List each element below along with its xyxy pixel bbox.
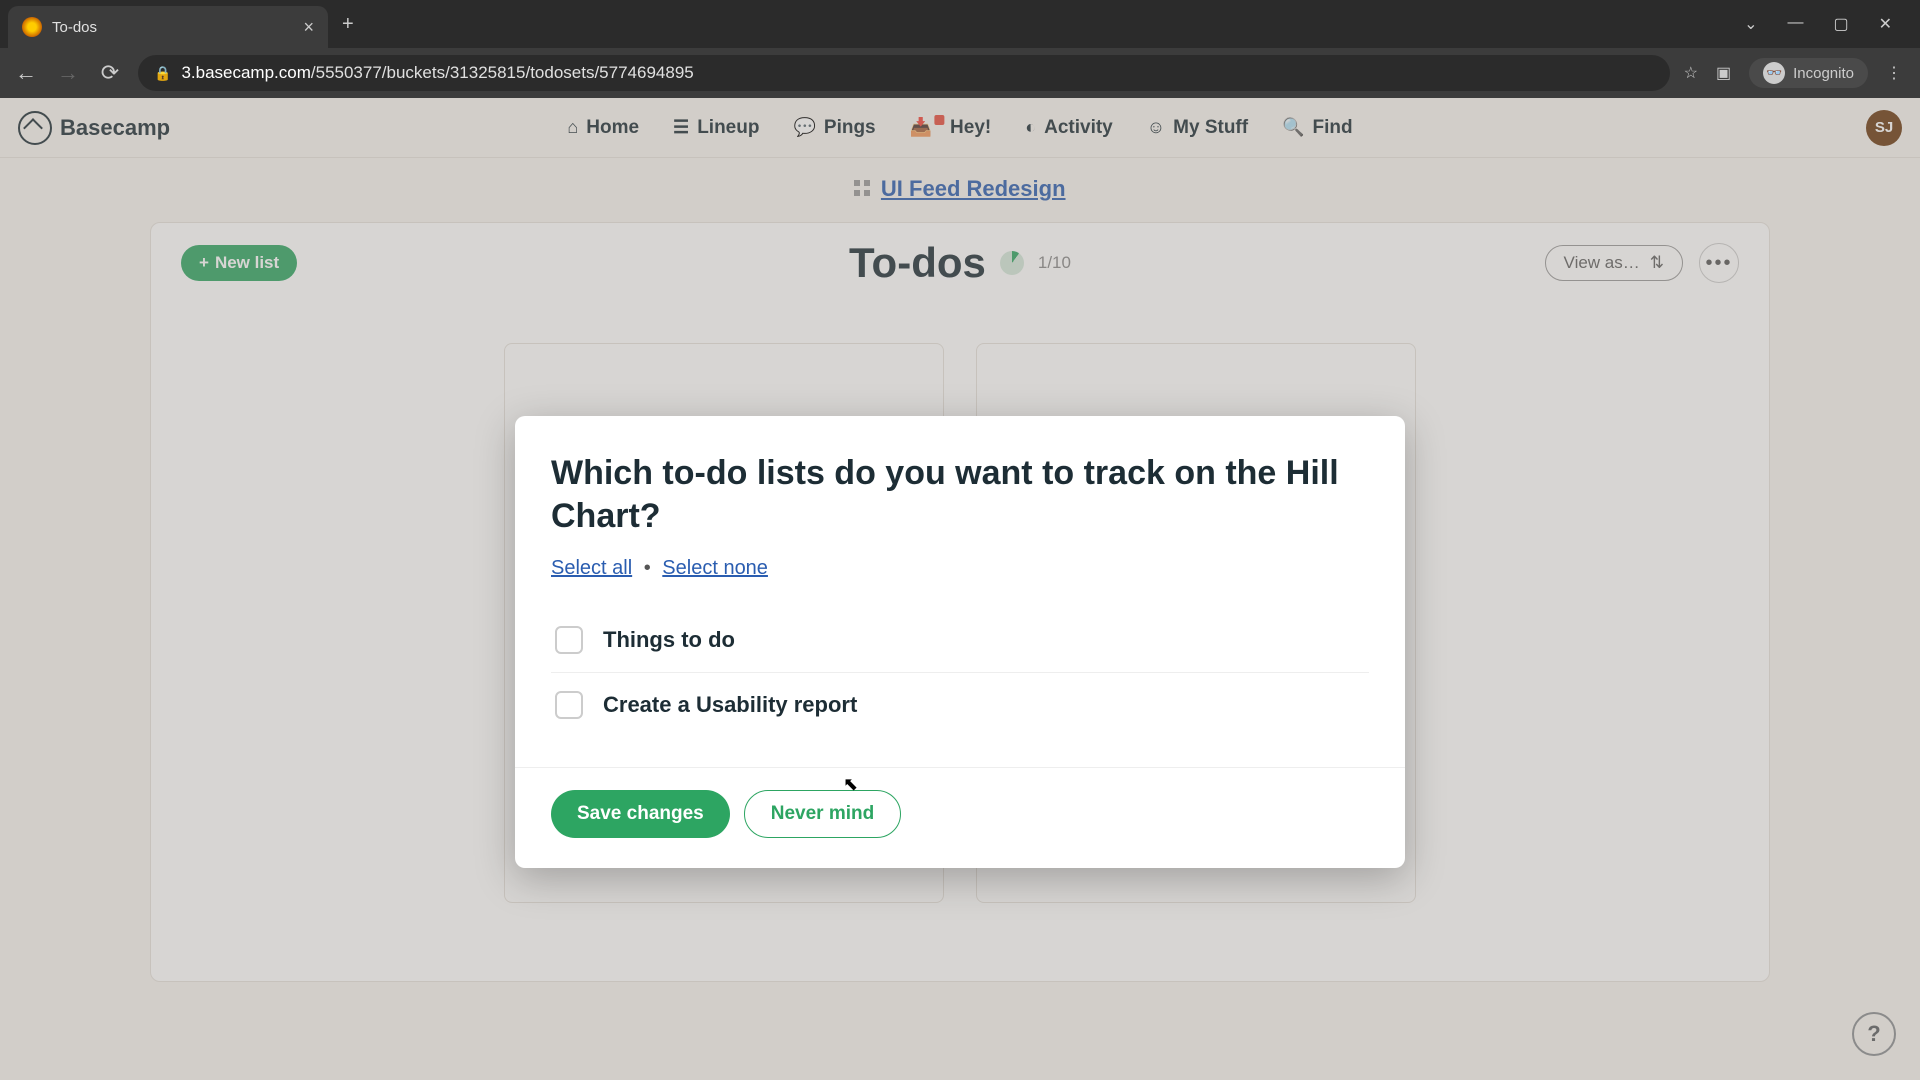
kebab-menu-icon[interactable]: ⋮ [1886,63,1902,83]
checkbox[interactable] [555,626,583,654]
incognito-label: Incognito [1793,65,1854,82]
save-button[interactable]: Save changes [551,790,730,838]
minimize-icon[interactable]: — [1787,14,1803,34]
checklist-item[interactable]: Things to do [551,608,1369,672]
checklist: Things to do Create a Usability report [551,608,1369,737]
separator: • [644,557,651,579]
lock-icon: 🔒 [154,65,171,82]
close-icon[interactable]: × [303,17,314,38]
hill-chart-modal: Which to-do lists do you want to track o… [515,416,1405,868]
reload-button[interactable]: ⟳ [96,60,124,86]
cancel-button[interactable]: Never mind [744,790,901,838]
favicon-icon [22,17,42,37]
tab-bar: To-dos × + ⌄ — ▢ ✕ [0,0,1920,48]
window-controls: ⌄ — ▢ ✕ [1744,14,1912,34]
select-all-link[interactable]: Select all [551,557,632,579]
close-window-icon[interactable]: ✕ [1879,14,1892,34]
address-bar: ← → ⟳ 🔒 3.basecamp.com/5550377/buckets/3… [0,48,1920,98]
help-button[interactable]: ? [1852,1012,1896,1056]
incognito-icon: 👓 [1763,62,1785,84]
new-tab-button[interactable]: + [342,13,354,36]
browser-tab[interactable]: To-dos × [8,6,328,48]
checklist-item[interactable]: Create a Usability report [551,672,1369,737]
url-text: 3.basecamp.com/5550377/buckets/31325815/… [181,63,693,83]
tab-title: To-dos [52,19,293,36]
chevron-down-icon[interactable]: ⌄ [1744,14,1757,34]
select-none-link[interactable]: Select none [662,557,768,579]
forward-button[interactable]: → [54,60,82,86]
checkbox[interactable] [555,691,583,719]
incognito-badge[interactable]: 👓 Incognito [1749,58,1868,88]
modal-heading: Which to-do lists do you want to track o… [551,452,1369,537]
app: Basecamp ⌂Home ☰Lineup 💬Pings 📥Hey! ◐Act… [0,98,1920,1080]
url-input[interactable]: 🔒 3.basecamp.com/5550377/buckets/3132581… [138,55,1670,91]
star-icon[interactable]: ☆ [1684,63,1698,83]
checklist-label: Things to do [603,627,735,653]
maximize-icon[interactable]: ▢ [1833,14,1848,34]
browser-chrome: To-dos × + ⌄ — ▢ ✕ ← → ⟳ 🔒 3.basecamp.co… [0,0,1920,98]
select-links: Select all • Select none [551,557,1369,580]
extensions-icon[interactable]: ▣ [1716,63,1731,83]
modal-actions: Save changes Never mind [551,790,1369,838]
divider [515,767,1405,768]
back-button[interactable]: ← [12,60,40,86]
checklist-label: Create a Usability report [603,692,857,718]
